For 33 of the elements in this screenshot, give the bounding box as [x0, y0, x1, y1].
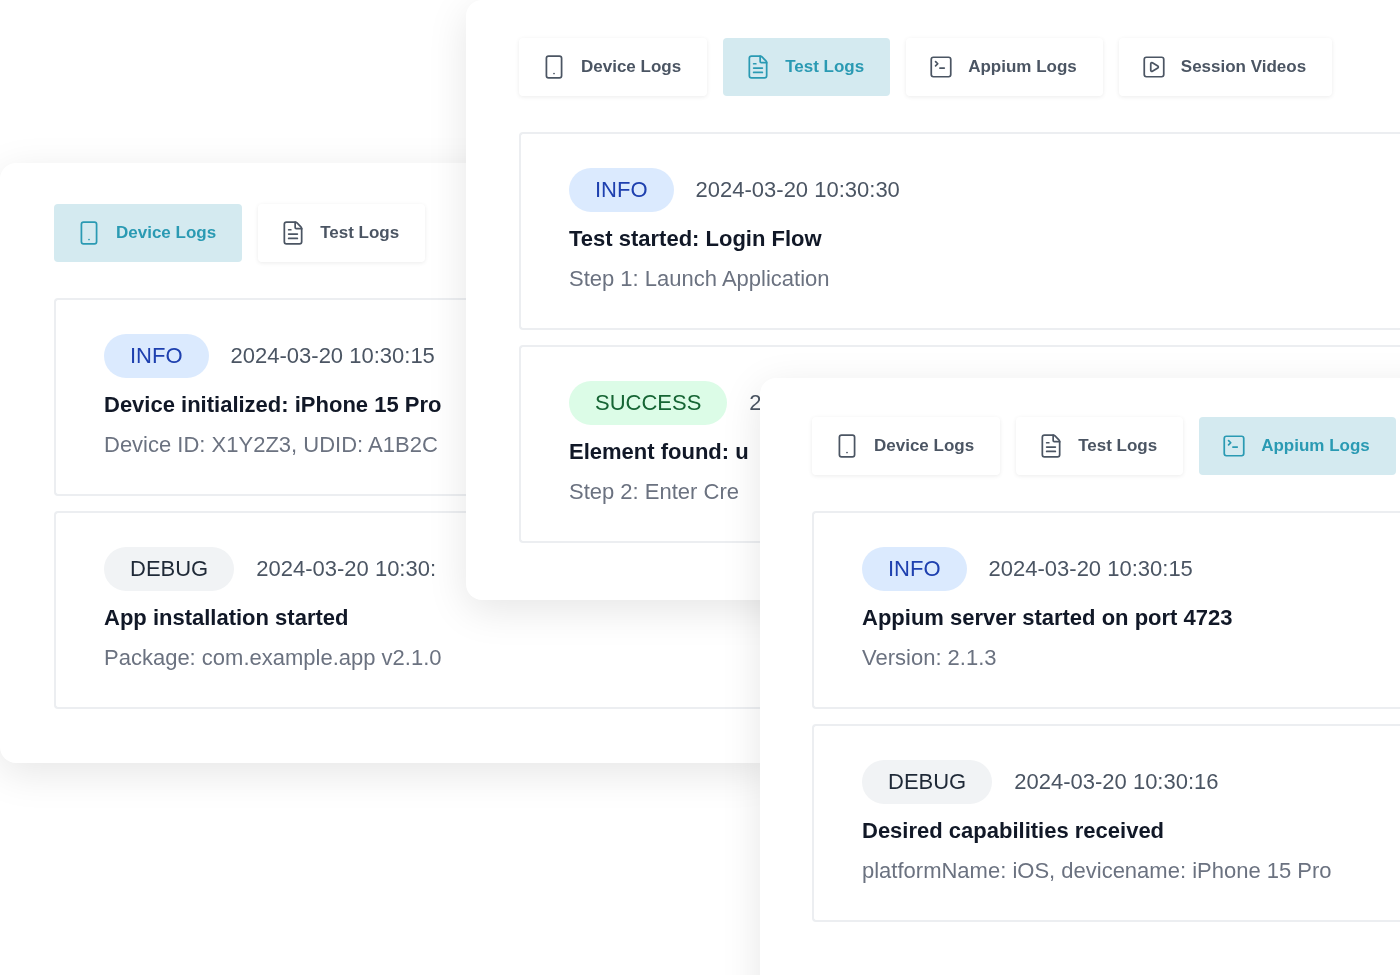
log-detail: Package: com.example.app v2.1.0	[104, 645, 442, 671]
play-icon	[1140, 54, 1167, 80]
log-detail: Device ID: X1Y2Z3, UDID: A1B2C	[104, 432, 438, 458]
log-tab[interactable]: Device Logs	[519, 38, 708, 96]
level-badge: INFO	[569, 168, 674, 212]
terminal-icon	[928, 54, 955, 80]
timestamp: 2024-03-20 10:30:30	[695, 177, 900, 203]
timestamp: 2024-03-20 10:30:	[256, 556, 437, 582]
timestamp: 2024-03-20 10:30:16	[1014, 769, 1219, 795]
log-tab[interactable]: Test Logs	[258, 204, 426, 262]
level-badge: INFO	[104, 334, 209, 378]
timestamp: 2	[749, 390, 762, 416]
log-tab[interactable]: Session Videos	[1118, 38, 1333, 96]
level-badge: INFO	[862, 547, 967, 591]
log-tab[interactable]: Test Logs	[1016, 417, 1184, 475]
log-message: App installation started	[104, 605, 349, 631]
timestamp: 2024-03-20 10:30:15	[230, 343, 435, 369]
log-message: Desired capabilities received	[862, 818, 1165, 844]
log-tab[interactable]: Appium Logs	[906, 38, 1103, 96]
log-message: Appium server started on port 4723	[862, 605, 1233, 631]
level-badge: DEBUG	[104, 547, 235, 591]
log-tab[interactable]: Device Logs	[812, 417, 1001, 475]
log-message: Device initialized: iPhone 15 Pro	[104, 392, 442, 418]
log-detail: Step 2: Enter Cre	[569, 479, 739, 505]
log-detail: platformName: iOS, devicename: iPhone 15 Pro	[862, 858, 1332, 884]
terminal-icon	[1221, 433, 1248, 459]
level-badge: DEBUG	[862, 760, 993, 804]
level-badge: SUCCESS	[569, 381, 728, 425]
log-detail: Step 1: Launch Application	[569, 266, 830, 292]
log-message: Test started: Login Flow	[569, 226, 822, 252]
log-detail: Version: 2.1.3	[862, 645, 997, 671]
timestamp: 2024-03-20 10:30:15	[988, 556, 1193, 582]
log-message: Element found: u	[569, 439, 749, 465]
